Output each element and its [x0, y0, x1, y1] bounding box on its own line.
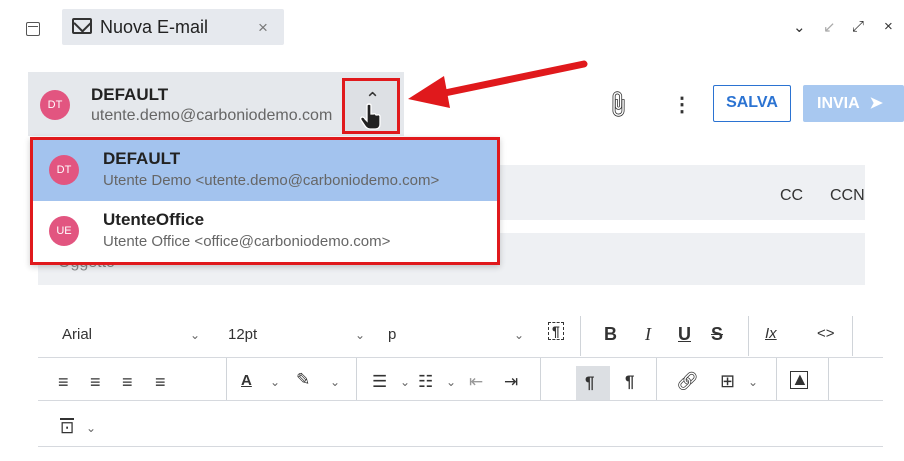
- chevron-down-icon[interactable]: ⌄: [86, 421, 96, 435]
- toolbar-divider: [828, 358, 829, 400]
- ltr-button[interactable]: ¶: [576, 366, 610, 400]
- toolbar-divider: [656, 358, 657, 400]
- toolbar-divider: [852, 316, 853, 356]
- chevron-down-icon[interactable]: ⌄: [446, 375, 456, 389]
- align-left-icon[interactable]: ≡: [58, 372, 69, 393]
- align-justify-icon[interactable]: ≡: [155, 372, 166, 393]
- identity-detail: Utente Demo <utente.demo@carboniodemo.co…: [103, 172, 440, 189]
- annotation-arrow: [408, 60, 588, 108]
- identity-detail: Utente Office <office@carboniodemo.com>: [103, 233, 391, 250]
- chevron-down-icon[interactable]: ⌄: [190, 328, 200, 342]
- font-size-select[interactable]: 12pt: [228, 326, 257, 343]
- window-icon[interactable]: [26, 22, 40, 36]
- bold-button[interactable]: B: [604, 324, 617, 345]
- table-icon[interactable]: ⊞: [720, 371, 735, 392]
- rtl-icon[interactable]: ¶: [625, 372, 634, 392]
- sender-email: utente.demo@carboniodemo.com: [91, 107, 333, 124]
- toolbar-divider: [356, 358, 357, 400]
- tab-close-icon[interactable]: ×: [258, 18, 268, 38]
- sender-dropdown: DT DEFAULT Utente Demo <utente.demo@carb…: [30, 137, 500, 265]
- italic-button[interactable]: I: [645, 324, 651, 345]
- outdent-icon[interactable]: ⇤: [469, 372, 483, 392]
- image-icon[interactable]: ▲: [790, 370, 809, 389]
- identity-name: UtenteOffice: [103, 210, 205, 229]
- align-right-icon[interactable]: ≡: [122, 372, 133, 393]
- dropdown-item-utenteoffice[interactable]: UE UtenteOffice Utente Office <office@ca…: [33, 201, 497, 262]
- identity-name: DEFAULT: [103, 149, 181, 168]
- chevron-down-icon[interactable]: ⌄: [270, 375, 280, 389]
- avatar: DT: [49, 155, 79, 185]
- code-button[interactable]: <>: [817, 325, 835, 342]
- indent-icon[interactable]: ⇥: [504, 372, 518, 392]
- chevron-down-icon[interactable]: ⌄: [400, 375, 410, 389]
- tab-label: Nuova E-mail: [100, 17, 209, 37]
- highlight-color-icon[interactable]: ✎: [296, 370, 310, 390]
- show-blocks-icon[interactable]: ¶: [548, 322, 564, 340]
- avatar: DT: [40, 90, 70, 120]
- bullet-list-icon[interactable]: ☰: [372, 372, 387, 392]
- tab-new-email[interactable]: Nuova E-mail ×: [62, 9, 284, 45]
- collapse-icon[interactable]: ↙: [823, 18, 836, 36]
- numbered-list-icon[interactable]: ☷: [418, 372, 433, 392]
- hand-cursor-icon: [360, 103, 381, 130]
- strikethrough-button[interactable]: S: [711, 324, 723, 345]
- close-window-icon[interactable]: ×: [884, 18, 893, 35]
- avatar: UE: [49, 216, 79, 246]
- save-button[interactable]: SALVA: [713, 85, 791, 122]
- text-color-icon[interactable]: A: [241, 372, 252, 389]
- toolbar-divider: [580, 316, 581, 356]
- send-button[interactable]: INVIA ➤: [803, 85, 904, 122]
- clear-format-button[interactable]: Ix: [765, 325, 777, 342]
- send-label: INVIA: [817, 95, 860, 112]
- ccn-button[interactable]: CCN: [830, 187, 865, 205]
- dropdown-item-default[interactable]: DT DEFAULT Utente Demo <utente.demo@carb…: [33, 140, 497, 201]
- chevron-down-icon[interactable]: ⌄: [514, 328, 524, 342]
- attachment-icon[interactable]: 📎︎: [600, 87, 636, 123]
- insert-image-icon[interactable]: ⊡: [60, 418, 75, 436]
- font-family-select[interactable]: Arial: [62, 326, 92, 343]
- top-bar: Nuova E-mail × ⌄ ↙ ⤢ ×: [0, 0, 904, 52]
- more-options-icon[interactable]: ⋮: [672, 92, 692, 117]
- chevron-down-icon[interactable]: ⌄: [748, 375, 758, 389]
- ltr-icon: ¶: [585, 373, 595, 392]
- block-format-select[interactable]: p: [388, 326, 396, 343]
- toolbar-divider: [748, 316, 749, 356]
- link-icon[interactable]: 🔗︎: [676, 371, 699, 392]
- mail-icon: [72, 18, 92, 34]
- cc-button[interactable]: CC: [780, 187, 803, 205]
- minimize-icon[interactable]: ⌄: [793, 18, 806, 36]
- expand-icon[interactable]: ⤢: [852, 18, 864, 35]
- sender-name: DEFAULT: [91, 85, 169, 104]
- toolbar-divider: [38, 400, 883, 401]
- chevron-down-icon[interactable]: ⌄: [355, 328, 365, 342]
- toolbar-divider: [38, 357, 883, 358]
- toolbar-divider: [38, 446, 883, 447]
- underline-button[interactable]: U: [678, 324, 691, 345]
- toolbar-divider: [226, 358, 227, 400]
- chevron-down-icon[interactable]: ⌄: [330, 375, 340, 389]
- send-icon: ➤: [869, 95, 883, 112]
- align-center-icon[interactable]: ≡: [90, 372, 101, 393]
- toolbar-divider: [540, 358, 541, 400]
- toolbar-divider: [776, 358, 777, 400]
